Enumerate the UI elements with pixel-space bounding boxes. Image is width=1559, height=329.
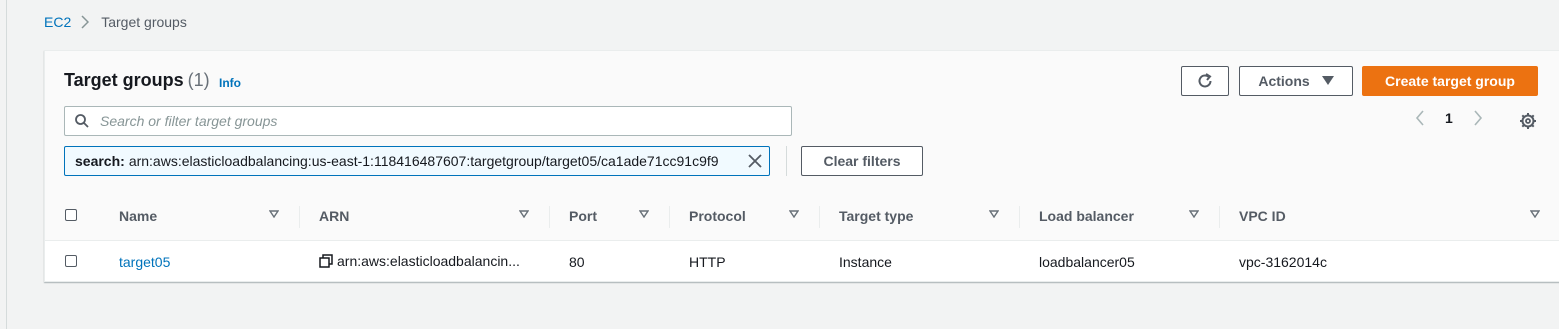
- page-title: Target groups (1): [64, 70, 210, 91]
- arn-cell: arn:aws:elasticloadbalancin...: [299, 241, 549, 283]
- create-target-group-button[interactable]: Create target group: [1362, 66, 1538, 96]
- load-balancer-value: loadbalancer05: [1039, 253, 1135, 270]
- column-label: Load balancer: [1039, 208, 1134, 224]
- column-label: Target type: [839, 208, 914, 224]
- target-groups-table: Name ARN Port Protocol Target type Load …: [45, 192, 1559, 282]
- info-link[interactable]: Info: [219, 76, 241, 90]
- sort-icon[interactable]: [639, 210, 649, 218]
- search-input[interactable]: [100, 113, 791, 129]
- title-count: (1): [187, 70, 210, 90]
- filter-token-value: arn:aws:elasticloadbalancing:us-east-1:1…: [128, 153, 719, 169]
- divider: [786, 146, 787, 176]
- row-checkbox[interactable]: [65, 254, 77, 267]
- chevron-right-icon: [81, 15, 90, 29]
- sort-icon[interactable]: [989, 210, 999, 218]
- column-divider: [1219, 206, 1220, 228]
- breadcrumb-current: Target groups: [101, 14, 187, 30]
- breadcrumb: EC2 Target groups: [44, 14, 187, 30]
- column-divider: [1019, 206, 1020, 228]
- filter-token: search: arn:aws:elasticloadbalancing:us-…: [64, 146, 770, 176]
- gear-icon[interactable]: [1519, 112, 1537, 130]
- column-header-protocol[interactable]: Protocol: [669, 192, 819, 241]
- sort-icon[interactable]: [1189, 210, 1199, 218]
- target-groups-panel: Target groups (1) Info Actions Create tar…: [44, 50, 1559, 282]
- breadcrumb-ec2-link[interactable]: EC2: [44, 14, 71, 30]
- column-header-vpc-id[interactable]: VPC ID: [1219, 192, 1559, 241]
- caret-down-icon: [1321, 76, 1334, 86]
- search-icon: [75, 114, 89, 128]
- sort-icon[interactable]: [789, 210, 799, 218]
- arn-value-wrap: arn:aws:elasticloadbalancin...: [319, 253, 520, 269]
- select-all-checkbox[interactable]: [65, 209, 77, 221]
- table-row[interactable]: target05 arn:aws:elasticloadbalancin... …: [45, 241, 1559, 283]
- column-header-port[interactable]: Port: [549, 192, 669, 241]
- row-select-cell: [45, 241, 99, 283]
- next-page-icon[interactable]: [1473, 110, 1483, 126]
- panel-header: Target groups (1) Info Actions Create tar…: [45, 51, 1559, 193]
- search-field: [64, 106, 792, 136]
- clear-filters-button[interactable]: Clear filters: [801, 146, 923, 176]
- vpc-id-value: vpc-3162014c: [1239, 253, 1327, 270]
- port-value: 80: [569, 253, 585, 270]
- previous-page-icon[interactable]: [1415, 110, 1425, 126]
- actions-button[interactable]: Actions: [1239, 66, 1353, 96]
- actions-label: Actions: [1258, 73, 1310, 89]
- column-label: Name: [119, 208, 158, 224]
- column-label: VPC ID: [1239, 208, 1286, 224]
- left-border: [0, 0, 7, 329]
- pagination: 1: [1415, 110, 1483, 126]
- table-header-row: Name ARN Port Protocol Target type Load …: [45, 192, 1559, 241]
- column-divider: [669, 206, 670, 228]
- name-cell: target05: [99, 241, 299, 283]
- column-label: ARN: [319, 208, 350, 224]
- refresh-button[interactable]: [1181, 66, 1229, 96]
- port-cell: 80: [549, 241, 669, 283]
- select-all-cell: [45, 192, 99, 241]
- column-header-arn[interactable]: ARN: [299, 192, 549, 241]
- sort-icon[interactable]: [1530, 210, 1540, 218]
- arn-value: arn:aws:elasticloadbalancin...: [337, 252, 520, 269]
- target-group-name-link[interactable]: target05: [119, 254, 170, 270]
- copy-icon[interactable]: [319, 253, 333, 268]
- column-divider: [819, 206, 820, 228]
- column-header-target-type[interactable]: Target type: [819, 192, 1019, 241]
- column-label: Protocol: [689, 208, 746, 224]
- filter-token-key: search:: [75, 153, 125, 169]
- column-label: Port: [569, 208, 597, 224]
- refresh-icon: [1196, 72, 1214, 90]
- page-number[interactable]: 1: [1445, 110, 1453, 126]
- column-header-name[interactable]: Name: [99, 192, 299, 241]
- title-text: Target groups: [64, 70, 184, 90]
- protocol-value: HTTP: [689, 253, 726, 270]
- column-divider: [549, 206, 550, 228]
- target-type-cell: Instance: [819, 241, 1019, 283]
- load-balancer-cell: loadbalancer05: [1019, 241, 1219, 283]
- target-type-value: Instance: [839, 253, 892, 270]
- column-divider: [299, 206, 300, 228]
- protocol-cell: HTTP: [669, 241, 819, 283]
- column-header-load-balancer[interactable]: Load balancer: [1019, 192, 1219, 241]
- vpc-id-cell: vpc-3162014c: [1219, 241, 1559, 283]
- close-icon[interactable]: [747, 153, 763, 169]
- sort-icon[interactable]: [519, 210, 529, 218]
- sort-icon[interactable]: [269, 210, 279, 218]
